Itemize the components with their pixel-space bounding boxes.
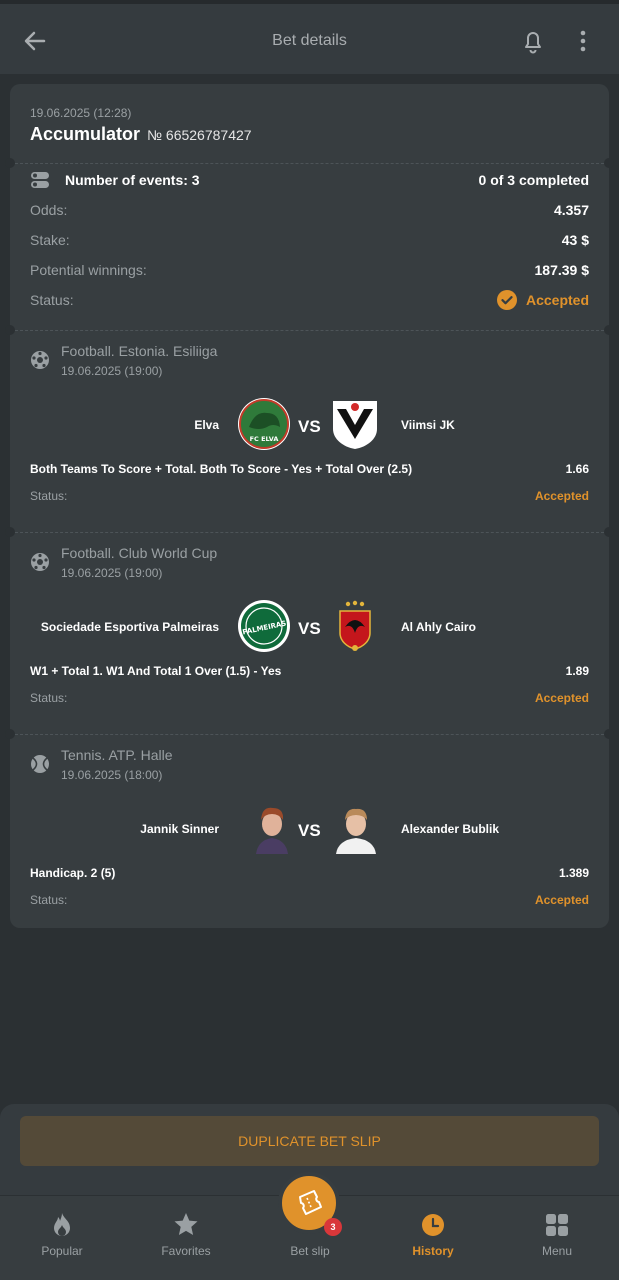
- vs-label: VS: [298, 821, 321, 840]
- bell-icon[interactable]: [518, 26, 548, 56]
- events-count: Number of events: 3: [65, 172, 200, 188]
- flame-icon: [54, 1213, 70, 1236]
- team-away: Al Ahly Cairo: [401, 620, 476, 634]
- market-odd: 1.66: [565, 462, 589, 476]
- ticket-notch: [5, 158, 15, 168]
- ticket-notch: [5, 729, 15, 739]
- events-row: Number of events: 3 0 of 3 completed: [30, 172, 589, 192]
- winnings-row: Potential winnings: 187.39 $: [30, 262, 589, 282]
- check-circle-icon: [497, 290, 517, 310]
- team-home: Sociedade Esportiva Palmeiras: [40, 620, 219, 634]
- player-bublik-avatar: [330, 802, 382, 854]
- star-icon: [174, 1213, 198, 1235]
- event-status-value: Accepted: [534, 893, 589, 907]
- bet-slip-count-badge: 3: [324, 1218, 342, 1236]
- team-home: Elva: [194, 418, 219, 432]
- team-away: Alexander Bublik: [401, 822, 500, 836]
- sport-title: Football. Estonia. Esiliiga: [61, 343, 218, 359]
- stake-label: Stake:: [30, 232, 70, 248]
- team-home: Jannik Sinner: [140, 822, 219, 836]
- divider: [10, 330, 609, 331]
- event-card: Football. Club World Cup 19.06.2025 (19:…: [10, 532, 609, 734]
- market-name: Handicap. 2 (5): [30, 866, 116, 880]
- football-icon: [31, 553, 49, 571]
- nav-popular[interactable]: Popular: [0, 1196, 124, 1280]
- market-name: W1 + Total 1. W1 And Total 1 Over (1.5) …: [30, 664, 282, 678]
- al-ahly-logo-icon: [339, 600, 371, 651]
- viimsi-logo-icon: [333, 401, 377, 449]
- winnings-value: 187.39 $: [534, 262, 590, 278]
- ticket-notch: [604, 158, 614, 168]
- nav-menu-label: Menu: [541, 1244, 573, 1258]
- vs-label: VS: [298, 417, 321, 436]
- market-odd: 1.89: [565, 664, 589, 678]
- stake-row: Stake: 43 $: [30, 232, 589, 252]
- bet-type: Accumulator: [30, 124, 141, 144]
- event-date: 19.06.2025 (18:00): [61, 768, 163, 782]
- elva-logo-text: FC ELVA: [250, 435, 279, 443]
- sport-title: Tennis. ATP. Halle: [61, 747, 173, 763]
- divider: [10, 163, 609, 164]
- divider: [10, 734, 609, 735]
- app-header: Bet details: [0, 0, 619, 74]
- palmeiras-logo-icon: PALMEIRAS: [238, 600, 290, 652]
- nav-bet-slip-label: Bet slip: [290, 1244, 330, 1258]
- odds-value: 4.357: [553, 202, 589, 218]
- team-away: Viimsi JK: [401, 418, 455, 432]
- event-card: Tennis. ATP. Halle 19.06.2025 (18:00) Ja…: [10, 734, 609, 928]
- ticket-notch: [604, 325, 614, 335]
- ticket-notch: [604, 729, 614, 739]
- ticket-notch: [5, 325, 15, 335]
- tennis-ball-icon: [31, 755, 49, 773]
- event-status-value: Accepted: [534, 691, 589, 705]
- completed-count: 0 of 3 completed: [478, 172, 589, 188]
- events-toggle-icon: [31, 172, 49, 188]
- event-date: 19.06.2025 (19:00): [61, 364, 163, 378]
- player-sinner-avatar: [246, 802, 298, 854]
- market-name: Both Teams To Score + Total. Both To Sco…: [30, 462, 413, 476]
- ticket-notch: [604, 527, 614, 537]
- event-status-label: Status:: [30, 691, 68, 705]
- more-options-icon[interactable]: [572, 26, 594, 56]
- nav-popular-label: Popular: [41, 1244, 83, 1258]
- status-value: Accepted: [525, 292, 589, 308]
- duplicate-bet-slip-button[interactable]: DUPLICATE BET SLIP: [20, 1116, 599, 1166]
- nav-favorites[interactable]: Favorites: [124, 1196, 248, 1280]
- stake-value: 43 $: [561, 232, 589, 248]
- nav-favorites-label: Favorites: [161, 1244, 211, 1258]
- sport-title: Football. Club World Cup: [61, 545, 218, 561]
- ticket-icon: [299, 1190, 322, 1215]
- clock-icon: [422, 1214, 444, 1236]
- winnings-label: Potential winnings:: [30, 262, 147, 278]
- event-status-label: Status:: [30, 893, 68, 907]
- bet-summary-card: 19.06.2025 (12:28) Accumulator № 6652678…: [10, 84, 609, 330]
- elva-logo-icon: FC ELVA: [238, 398, 290, 450]
- event-status-value: Accepted: [534, 489, 589, 503]
- grid-menu-icon: [546, 1214, 568, 1236]
- odds-label: Odds:: [30, 202, 68, 218]
- status-label: Status:: [30, 292, 74, 308]
- event-status-label: Status:: [30, 489, 68, 503]
- status-row: Status: Accepted: [30, 290, 589, 312]
- vs-label: VS: [298, 619, 321, 638]
- odds-row: Odds: 4.357: [30, 202, 589, 222]
- event-card: Football. Estonia. Esiliiga 19.06.2025 (…: [10, 330, 609, 532]
- nav-menu[interactable]: Menu: [495, 1196, 619, 1280]
- divider: [10, 532, 609, 533]
- bet-date: 19.06.2025 (12:28): [30, 106, 132, 120]
- football-icon: [31, 351, 49, 369]
- market-odd: 1.389: [558, 866, 589, 880]
- nav-history[interactable]: History: [371, 1196, 495, 1280]
- ticket-notch: [5, 527, 15, 537]
- bet-number: № 66526787427: [147, 127, 252, 143]
- event-date: 19.06.2025 (19:00): [61, 566, 163, 580]
- nav-history-label: History: [412, 1244, 454, 1258]
